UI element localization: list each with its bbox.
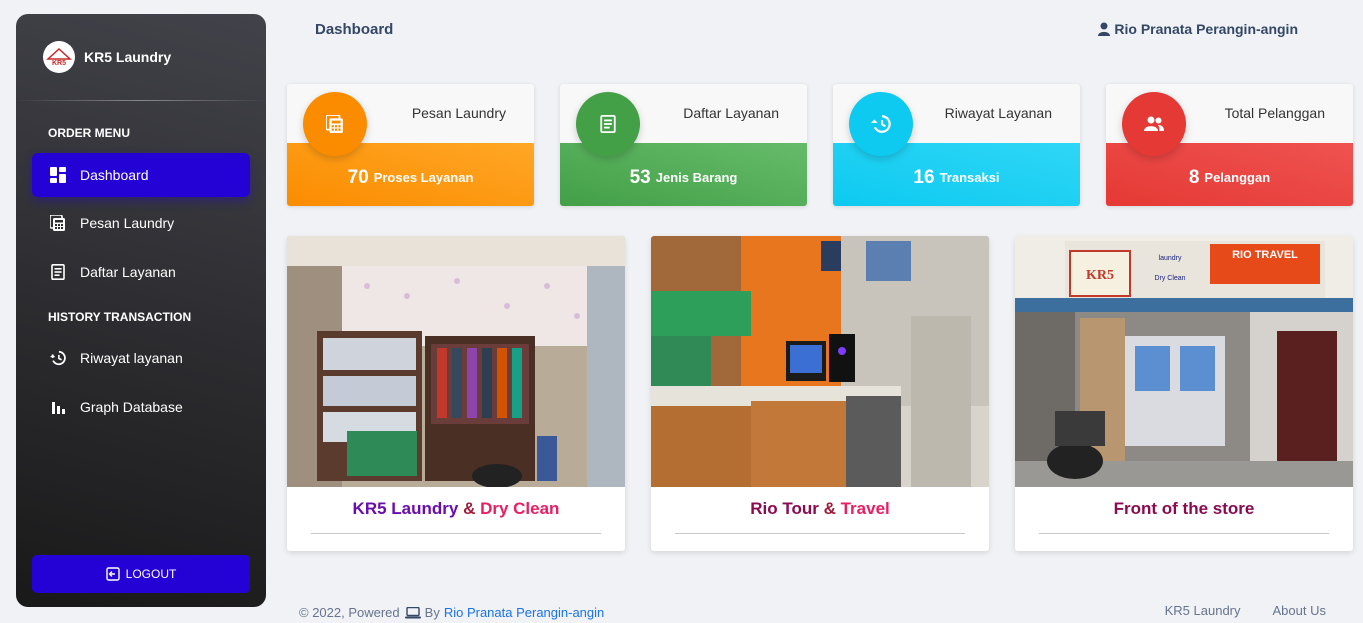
sidebar-item-daftar-layanan[interactable]: Daftar Layanan [32,250,250,294]
stat-value: 8 [1188,166,1200,188]
footer-link-about-us[interactable]: About Us [1273,603,1326,618]
photo-caption: Front of the store [1015,499,1353,519]
caption-divider [675,533,965,534]
bar-chart-icon [50,399,66,415]
sidebar-item-riwayat-layanan[interactable]: Riwayat layanan [32,336,250,380]
sidebar-item-label: Daftar Layanan [80,264,176,280]
caption-primary: Front of the store [1113,499,1255,518]
page-title: Dashboard [315,21,394,38]
author-link[interactable]: Rio Pranata Perangin-angin [444,605,604,620]
photo-card-laundry[interactable]: KR5 Laundry & Dry Clean [287,236,625,551]
photo-caption: Rio Tour & Travel [651,499,989,519]
sidebar: KR5 KR5 Laundry ORDER MENU Dashboard Pes… [16,14,266,607]
photo-caption: KR5 Laundry & Dry Clean [287,499,625,519]
stat-unit: Pelanggan [1204,170,1271,185]
sidebar-divider [16,100,266,101]
footer-link-kr5-laundry[interactable]: KR5 Laundry [1165,603,1241,618]
laundry-interior-photo [287,236,625,487]
logout-label: LOGOUT [125,567,177,581]
user-profile[interactable]: Rio Pranata Perangin-angin [1098,21,1298,37]
caption-amp: & [818,499,841,518]
dashboard-icon [50,167,66,183]
brand-name: KR5 Laundry [84,49,172,65]
travel-office-photo [651,236,989,487]
caption-primary: KR5 Laundry [352,499,459,518]
copyright-text: © 2022, Powered [299,605,400,620]
sidebar-item-dashboard[interactable]: Dashboard [32,153,250,197]
laptop-icon [404,606,421,618]
section-order-menu: ORDER MENU [48,126,131,140]
caption-secondary: Dry Clean [480,499,560,518]
logout-icon [105,567,120,581]
svg-text:Dry Clean: Dry Clean [1154,275,1185,282]
logout-button[interactable]: LOGOUT [32,555,250,593]
stat-card-riwayat-layanan[interactable]: Riwayat Layanan 16 Transaksi [833,84,1080,206]
stat-card-daftar-layanan[interactable]: Daftar Layanan 53 Jenis Barang [560,84,807,206]
sidebar-item-graph-database[interactable]: Graph Database [32,385,250,429]
sidebar-item-label: Graph Database [80,399,183,415]
calculator-icon [303,92,367,156]
by-text: By [424,605,440,620]
caption-divider [1039,533,1329,534]
sidebar-item-pesan-laundry[interactable]: Pesan Laundry [32,201,250,245]
user-name: Rio Pranata Perangin-angin [1114,21,1298,37]
caption-secondary: Travel [840,499,890,518]
section-history-transaction: HISTORY TRANSACTION [48,310,192,324]
stat-unit: Jenis Barang [655,170,738,185]
photo-card-travel[interactable]: Rio Tour & Travel [651,236,989,551]
users-icon [1122,92,1186,156]
stat-card-total-pelanggan[interactable]: Total Pelanggan 8 Pelanggan [1106,84,1353,206]
stat-value: 70 [347,166,369,188]
stat-value: 16 [913,166,935,188]
footer-copyright: © 2022, Powered By Rio Pranata Perangin-… [299,605,604,620]
history-icon [50,350,66,366]
sidebar-item-label: Riwayat layanan [80,350,183,366]
receipt-icon [50,264,66,280]
history-icon [849,92,913,156]
stat-unit: Proses Layanan [373,170,474,185]
brand[interactable]: KR5 KR5 Laundry [16,14,266,100]
caption-divider [311,533,601,534]
storefront-photo: KR5 RIO TRAVEL laundry Dry Clean [1015,236,1353,487]
footer-links: KR5 Laundry About Us [1165,603,1326,618]
stat-value: 53 [629,166,651,188]
svg-text:KR5: KR5 [52,60,66,67]
sidebar-item-label: Dashboard [80,167,149,183]
photo-card-storefront[interactable]: KR5 RIO TRAVEL laundry Dry Clean Front o… [1015,236,1353,551]
caption-primary: Rio Tour [750,499,819,518]
stat-card-pesan-laundry[interactable]: Pesan Laundry 70 Proses Layanan [287,84,534,206]
brand-logo: KR5 [43,41,75,73]
sidebar-item-label: Pesan Laundry [80,215,175,231]
stat-unit: Transaksi [939,170,1000,185]
receipt-icon [576,92,640,156]
svg-text:laundry: laundry [1159,255,1182,262]
caption-amp: & [458,499,481,518]
svg-text:KR5: KR5 [1086,268,1114,283]
user-icon [1098,22,1111,36]
svg-text:RIO TRAVEL: RIO TRAVEL [1232,249,1298,261]
calculator-icon [50,215,66,231]
